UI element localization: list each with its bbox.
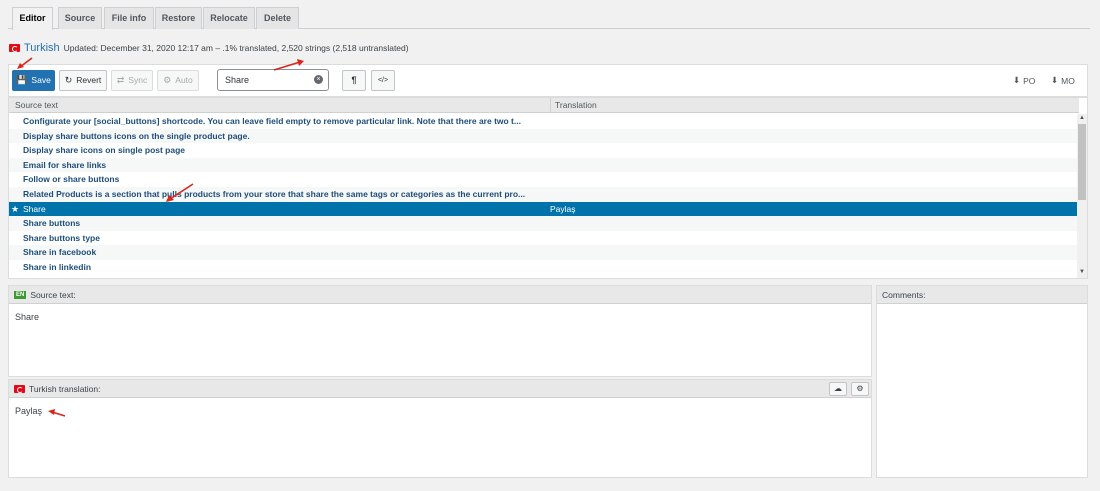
invisibles-toggle-button[interactable]: ¶ bbox=[342, 70, 366, 91]
robot-icon: ⚙ bbox=[856, 384, 864, 393]
turkey-flag-icon bbox=[9, 44, 20, 52]
column-divider[interactable] bbox=[550, 98, 551, 113]
cloud-icon: ☁ bbox=[834, 384, 842, 393]
table-row[interactable]: Email for share links bbox=[9, 157, 1078, 173]
auto-button[interactable]: ⚙ Auto bbox=[157, 70, 199, 91]
download-mo-button[interactable]: ⬇ MO bbox=[1051, 75, 1075, 86]
code-view-toggle-button[interactable]: </> bbox=[371, 70, 395, 91]
star-icon: ★ bbox=[11, 203, 20, 214]
source-pane-title: Source text: bbox=[30, 289, 76, 300]
tab-bar: Editor Source File info Restore Relocate… bbox=[8, 0, 1090, 30]
download-po-button[interactable]: ⬇ PO bbox=[1013, 75, 1035, 86]
scroll-up-icon[interactable]: ▲ bbox=[1079, 115, 1085, 121]
pilcrow-icon: ¶ bbox=[351, 75, 357, 85]
search-input[interactable]: Share bbox=[217, 69, 329, 91]
language-link[interactable]: Turkish bbox=[24, 42, 60, 54]
table-row[interactable]: Share in linkedin bbox=[9, 260, 1078, 275]
tab-delete[interactable]: Delete bbox=[256, 7, 299, 29]
table-row[interactable]: Share in facebook bbox=[9, 245, 1078, 260]
annotation-arrow-icon bbox=[166, 183, 194, 202]
translation-pane-title: Turkish translation: bbox=[29, 383, 101, 394]
source-text: Share bbox=[15, 312, 40, 322]
translation-textarea[interactable]: Paylaş bbox=[9, 398, 871, 424]
translation-pane: Turkish translation: ☁ ⚙ Paylaş bbox=[8, 379, 872, 478]
table-row[interactable]: Display share icons on single post page bbox=[9, 143, 1078, 158]
table-row[interactable]: Display share buttons icons on the singl… bbox=[9, 128, 1078, 144]
tab-restore[interactable]: Restore bbox=[155, 7, 202, 29]
translation-pane-header: Turkish translation: ☁ ⚙ bbox=[9, 380, 871, 398]
grid-scrollbar[interactable]: ▲ ▼ bbox=[1077, 114, 1087, 278]
revert-button[interactable]: ↻ Revert bbox=[59, 70, 107, 91]
save-icon: 💾 bbox=[16, 75, 28, 85]
annotation-arrow-icon bbox=[273, 59, 304, 71]
scrollbar-thumb[interactable] bbox=[1078, 124, 1086, 200]
comments-pane-header: Comments: bbox=[877, 286, 1087, 304]
file-meta: Updated: December 31, 2020 12:17 am – .1… bbox=[63, 43, 409, 53]
scroll-down-icon[interactable]: ▼ bbox=[1079, 269, 1085, 275]
tab-source[interactable]: Source bbox=[58, 7, 102, 29]
revert-icon: ↻ bbox=[64, 75, 73, 85]
download-icon: ⬇ bbox=[1013, 75, 1021, 85]
code-icon: </> bbox=[377, 77, 389, 84]
table-row[interactable]: Configurate your [social_buttons] shortc… bbox=[9, 114, 1078, 129]
annotation-arrow-icon bbox=[17, 57, 33, 69]
grid-header: Source text Translation bbox=[9, 98, 1079, 113]
source-text-pane: EN Source text: Share bbox=[8, 285, 872, 377]
column-source-header[interactable]: Source text bbox=[15, 100, 58, 110]
auto-translate-button[interactable]: ⚙ bbox=[851, 382, 869, 396]
download-icon: ⬇ bbox=[1051, 75, 1059, 85]
table-row[interactable]: Share buttons type bbox=[9, 231, 1078, 246]
column-translation-header[interactable]: Translation bbox=[555, 100, 597, 110]
tab-relocate[interactable]: Relocate bbox=[203, 7, 255, 29]
cloud-suggest-button[interactable]: ☁ bbox=[829, 382, 847, 396]
turkey-flag-icon bbox=[14, 384, 25, 393]
editor-toolbar: 💾 Save ↻ Revert ⇄ Sync ⚙ Auto Share × ¶ … bbox=[8, 64, 1088, 97]
sync-button[interactable]: ⇄ Sync bbox=[111, 70, 153, 91]
tab-editor[interactable]: Editor bbox=[12, 7, 53, 30]
comments-pane-title: Comments: bbox=[882, 289, 926, 300]
english-flag-icon: EN bbox=[14, 290, 27, 299]
comments-pane: Comments: bbox=[876, 285, 1088, 478]
table-row[interactable]: Share buttons bbox=[9, 216, 1078, 231]
file-header: Turkish Updated: December 31, 2020 12:17… bbox=[9, 41, 409, 55]
robot-icon: ⚙ bbox=[163, 75, 172, 85]
comments-textarea[interactable] bbox=[877, 304, 1087, 320]
clear-search-icon[interactable]: × bbox=[314, 75, 323, 84]
annotation-arrow-icon bbox=[48, 409, 66, 417]
tab-file-info[interactable]: File info bbox=[104, 7, 154, 29]
sync-icon: ⇄ bbox=[116, 75, 125, 85]
save-button[interactable]: 💾 Save bbox=[12, 70, 55, 91]
source-pane-header: EN Source text: bbox=[9, 286, 871, 304]
